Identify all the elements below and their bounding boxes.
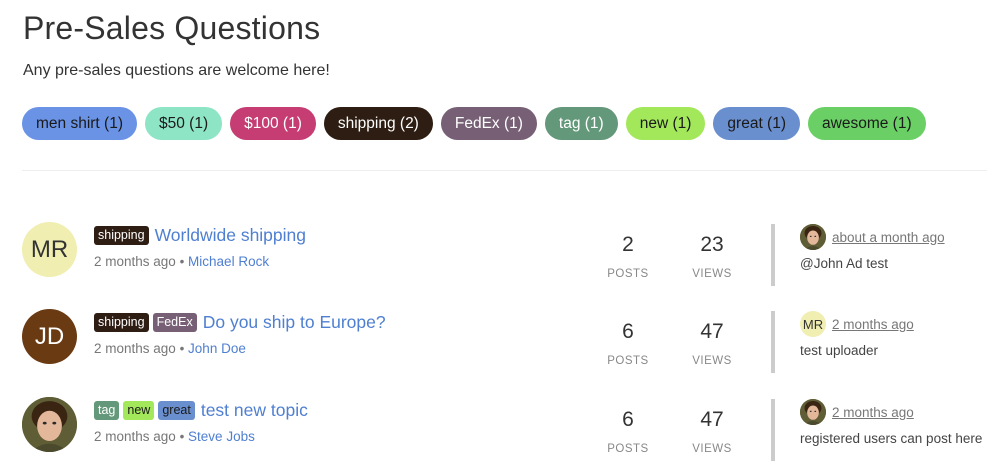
topic-time: 2 months ago: [94, 341, 176, 356]
posts-stat: 6 POSTS: [598, 407, 658, 455]
last-poster-avatar[interactable]: MR: [800, 311, 826, 337]
topic-tag-new[interactable]: new: [123, 400, 155, 420]
tag-filter-bar: men shirt (1) $50 (1) $100 (1) shipping (2)…: [22, 107, 926, 140]
topic-title-link[interactable]: Do you ship to Europe?: [203, 312, 386, 333]
last-post-header: about a month ago: [800, 224, 945, 250]
last-post-excerpt: test uploader: [800, 343, 879, 358]
topic-tag-shipping[interactable]: shipping: [94, 225, 149, 245]
last-post-excerpt: registered users can post here: [800, 431, 983, 446]
topic-author-link[interactable]: John Doe: [188, 341, 246, 356]
posts-label: POSTS: [607, 268, 649, 280]
views-count: 47: [700, 408, 724, 431]
topic-tag-fedex[interactable]: FedEx: [152, 312, 197, 332]
page-title: Pre-Sales Questions: [23, 10, 321, 46]
last-post: MR 2 months ago test uploader: [771, 311, 914, 373]
topic-title-link[interactable]: Worldwide shipping: [155, 225, 306, 246]
tag-filter-great[interactable]: great (1): [713, 107, 801, 140]
tag-filter--50[interactable]: $50 (1): [145, 107, 223, 140]
topic-main: shipping FedEx Do you ship to Europe? 2 mon…: [94, 310, 386, 356]
topic-author-link[interactable]: Michael Rock: [188, 254, 269, 269]
topic-tag-great[interactable]: great: [158, 400, 195, 420]
views-stat: 47 VIEWS: [682, 319, 742, 367]
views-label: VIEWS: [692, 443, 732, 455]
author-avatar[interactable]: JD: [22, 309, 77, 364]
views-count: 23: [700, 233, 724, 256]
author-avatar[interactable]: [22, 397, 77, 452]
posts-stat: 6 POSTS: [598, 319, 658, 367]
topic-time: 2 months ago: [94, 254, 176, 269]
views-stat: 23 VIEWS: [682, 232, 742, 280]
topic-meta: 2 months ago • Steve Jobs: [94, 429, 308, 444]
meta-separator: •: [175, 254, 189, 269]
topic-row: tag new great test new topic 2 months ago • …: [22, 397, 992, 467]
views-count: 47: [700, 320, 724, 343]
last-post: 2 months ago registered users can post he…: [771, 399, 982, 461]
posts-count: 6: [622, 320, 634, 343]
last-poster-avatar[interactable]: [800, 224, 826, 250]
tag-filter-shipping[interactable]: shipping (2): [323, 107, 433, 140]
tag-filter-fedex[interactable]: FedEx (1): [440, 107, 537, 140]
user-photo-icon: [800, 399, 826, 425]
views-label: VIEWS: [692, 268, 732, 280]
posts-count: 6: [622, 408, 634, 431]
posts-label: POSTS: [607, 355, 649, 367]
tag-filter-tag[interactable]: tag (1): [544, 107, 618, 140]
last-post-excerpt: @John Ad test: [800, 256, 889, 271]
topic-main: shipping Worldwide shipping 2 months ago •…: [94, 223, 306, 269]
topic-title-line: shipping Worldwide shipping: [94, 223, 306, 247]
last-post-time-link[interactable]: about a month ago: [832, 230, 945, 245]
topic-main: tag new great test new topic 2 months ago • …: [94, 398, 308, 444]
topic-tag-tag[interactable]: tag: [94, 400, 120, 420]
topic-title-link[interactable]: test new topic: [201, 400, 308, 421]
last-post-header: MR 2 months ago: [800, 311, 914, 337]
topic-author-link[interactable]: Steve Jobs: [188, 429, 255, 444]
last-post-time-link[interactable]: 2 months ago: [832, 317, 914, 332]
last-post-time-link[interactable]: 2 months ago: [832, 405, 914, 420]
posts-label: POSTS: [607, 443, 649, 455]
topic-tag-shipping[interactable]: shipping: [94, 312, 149, 332]
tag-filter-new[interactable]: new (1): [625, 107, 706, 140]
user-photo-icon: [800, 224, 826, 250]
topic-row: MR shipping Worldwide shipping 2 months ago…: [22, 222, 992, 292]
tag-filter-awesome[interactable]: awesome (1): [808, 107, 926, 140]
views-label: VIEWS: [692, 355, 732, 367]
topic-meta: 2 months ago • John Doe: [94, 341, 386, 356]
posts-count: 2: [622, 233, 634, 256]
topic-title-line: tag new great test new topic: [94, 398, 308, 422]
posts-stat: 2 POSTS: [598, 232, 658, 280]
last-post-header: 2 months ago: [800, 399, 982, 425]
topic-time: 2 months ago: [94, 429, 176, 444]
views-stat: 47 VIEWS: [682, 407, 742, 455]
author-avatar[interactable]: MR: [22, 222, 77, 277]
meta-separator: •: [175, 341, 189, 356]
last-post: about a month ago @John Ad test: [771, 224, 945, 286]
user-photo-icon: [22, 397, 77, 452]
meta-separator: •: [175, 429, 189, 444]
category-header: Pre-Sales Questions Any pre-sales questi…: [23, 8, 330, 82]
page-subtitle: Any pre-sales questions are welcome here…: [23, 62, 330, 79]
tag-filter--100[interactable]: $100 (1): [230, 107, 316, 140]
topic-row: JD shipping FedEx Do you ship to Europe? 2 m…: [22, 309, 992, 379]
topic-meta: 2 months ago • Michael Rock: [94, 254, 306, 269]
last-poster-avatar[interactable]: [800, 399, 826, 425]
header-divider: [22, 170, 987, 171]
topic-title-line: shipping FedEx Do you ship to Europe?: [94, 310, 386, 334]
tag-filter-men-shirt[interactable]: men shirt (1): [22, 107, 137, 140]
